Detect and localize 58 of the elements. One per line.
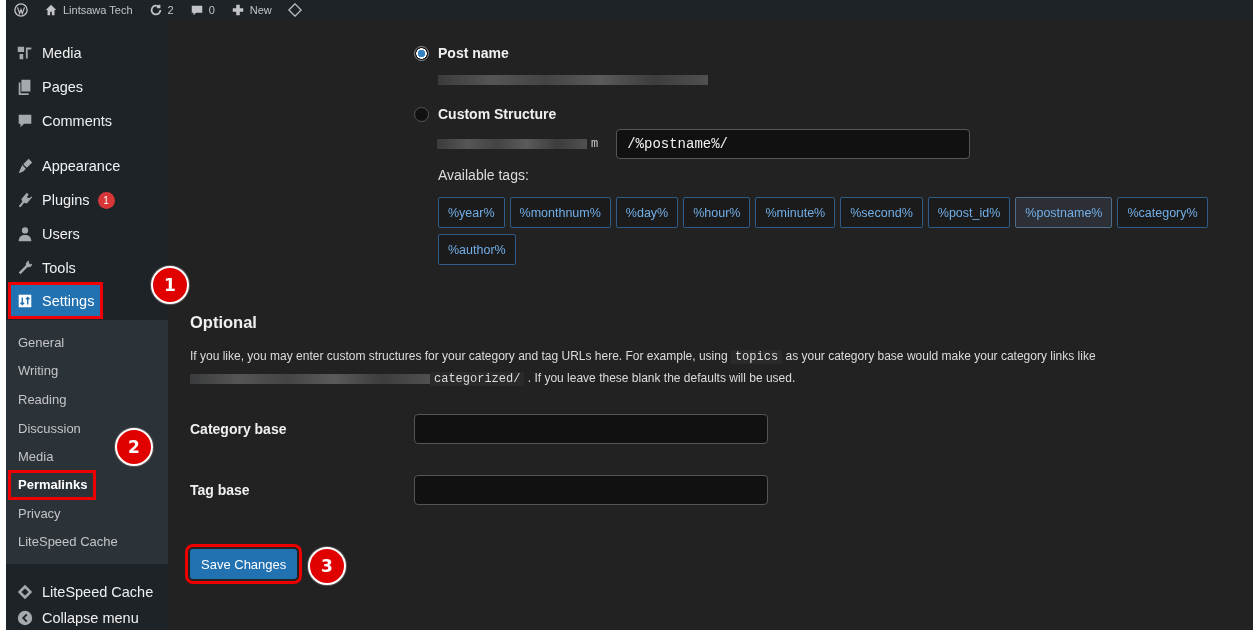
description-text: If you like, you may enter custom structures for your category and tag URLs here. For example, using topics as your category base would make your category links like categorized/ . If you leave these blank the defaults will be used. <box>190 348 1097 388</box>
option-label: Custom Structure <box>438 106 557 122</box>
submenu-item[interactable]: Discussion <box>6 413 87 443</box>
submenu-item[interactable]: Media <box>6 442 60 471</box>
tag-button[interactable]: %post_id% <box>927 197 1011 228</box>
sidebar-item[interactable]: Tools <box>6 251 82 285</box>
sidebar-item[interactable]: Plugins 1 <box>6 183 121 217</box>
submenu-item[interactable]: Privacy <box>6 498 67 528</box>
field-label: Tag base <box>190 482 251 498</box>
field-label: Category base <box>190 421 288 437</box>
tag-button[interactable]: %postname% <box>1015 197 1113 228</box>
sidebar-item[interactable]: Settings <box>11 285 101 316</box>
comments-count[interactable]: 0 <box>208 4 215 16</box>
tag-button[interactable]: %author% <box>438 234 516 265</box>
updates-count[interactable]: 2 <box>167 4 174 16</box>
tag-button[interactable]: %monthnum% <box>509 197 611 228</box>
count-badge: 1 <box>97 191 115 209</box>
tag-button[interactable]: %minute% <box>755 197 836 228</box>
tag-button[interactable]: %day% <box>615 197 679 228</box>
submenu-item[interactable]: General <box>6 328 71 357</box>
paintbrush-icon <box>16 157 34 175</box>
custom-structure-field[interactable]: /%postname%/ <box>616 129 971 159</box>
radio-button[interactable] <box>414 106 429 122</box>
diamond-icon <box>16 583 34 602</box>
wordpress-logo-icon[interactable] <box>14 3 28 17</box>
submenu-item[interactable]: Reading <box>6 385 73 414</box>
sidebar-item[interactable]: LiteSpeed Cache <box>6 578 160 607</box>
input-field[interactable] <box>414 414 768 444</box>
refresh-icon <box>148 3 163 17</box>
plus-icon <box>230 3 245 17</box>
tag-button[interactable]: %year% <box>438 197 505 228</box>
submenu-item[interactable]: LiteSpeed Cache <box>6 527 124 557</box>
sidebar-item[interactable]: Pages <box>6 70 90 104</box>
tag-button[interactable]: %hour% <box>683 197 751 228</box>
input-field[interactable] <box>414 475 768 505</box>
plug-icon <box>16 191 34 209</box>
sidebar-item[interactable]: Appearance <box>6 149 127 183</box>
tag-button[interactable]: %category% <box>1117 197 1208 228</box>
sidebar-item[interactable]: Comments <box>6 104 119 138</box>
section-heading: Optional <box>190 313 258 332</box>
sidebar-item[interactable]: Users <box>6 217 86 251</box>
radio-button[interactable] <box>414 45 429 61</box>
sidebar-item[interactable]: Media <box>6 36 88 70</box>
option-label: Post name <box>438 45 509 61</box>
person-icon <box>16 225 34 243</box>
diamond-icon[interactable] <box>287 3 302 17</box>
home-icon <box>44 3 58 17</box>
wrench-icon <box>16 259 34 277</box>
available-tags-label: Available tags: <box>437 167 530 183</box>
speech-bubble-icon <box>189 3 204 17</box>
step-number-badge: 3 <box>308 547 346 585</box>
new-link[interactable]: New <box>249 4 272 16</box>
site-name-link[interactable]: Lintsawa Tech <box>63 4 133 16</box>
submenu-item[interactable]: Permalinks <box>11 472 94 497</box>
tag-button[interactable]: %second% <box>840 197 923 228</box>
url-suffix: m <box>591 137 599 151</box>
submenu-item[interactable]: Writing <box>6 356 65 386</box>
collapse-menu-button[interactable]: Collapse menu <box>6 606 145 630</box>
